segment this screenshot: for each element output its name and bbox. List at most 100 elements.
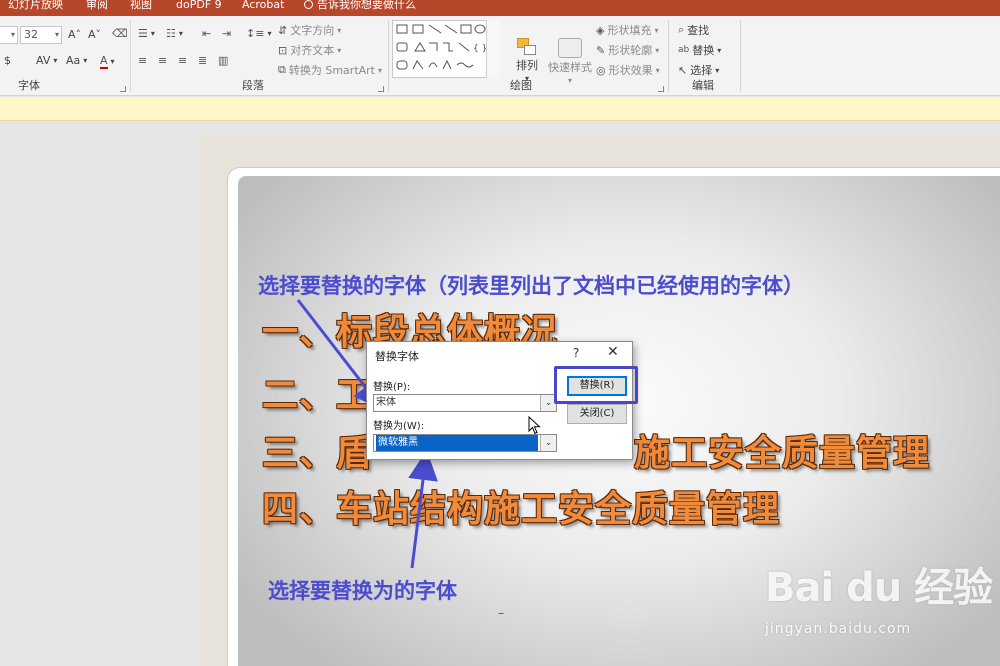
quick-styles-button[interactable]: 快速样式 ▾ <box>548 38 592 85</box>
clear-format-button[interactable]: ⌫ <box>112 27 128 40</box>
watermark-url: jingyan.baidu.com <box>765 621 912 637</box>
paragraph-dialog-launcher[interactable] <box>378 86 384 92</box>
replace-font-value: 宋体 <box>376 397 396 408</box>
shape-effects-button[interactable]: ◎ 形状效果 ▾ <box>596 62 660 78</box>
increase-indent-button[interactable]: ⇥ <box>222 27 231 40</box>
font-size-combo[interactable]: 32 ▾ <box>20 26 62 44</box>
eraser-icon: ⌫ <box>112 27 128 40</box>
shape-effects-label: 形状效果 <box>608 64 653 77</box>
text-direction-button[interactable]: ⇵ 文字方向 ▾ <box>278 22 341 38</box>
convert-smartart-button[interactable]: ⧉ 转换为 SmartArt ▾ <box>278 62 382 78</box>
bullets-button[interactable]: ☰ ▾ <box>138 27 155 40</box>
paragraph-group: ☰ ▾ ☷ ▾ ⇤ ⇥ ↕≡ ▾ ≡ ≡ ≡ ≣ ▥ ⇵ 文字方向 ▾ ⊡ 对齐文本 ▾ ⧉ 转… <box>130 16 388 96</box>
convert-smartart-label: 转换为 SmartArt <box>288 64 375 77</box>
mouse-pointer-icon <box>528 416 541 435</box>
tab-dopdf[interactable]: doPDF 9 <box>176 0 222 10</box>
arrange-button[interactable]: 排列 ▾ <box>516 38 538 83</box>
line-spacing-icon: ↕≡ <box>246 27 265 40</box>
line-spacing-button[interactable]: ↕≡ ▾ <box>246 27 271 40</box>
editing-group: ⌕ 查找 ab 替换 ▾ ↖ 选择 ▾ 编辑 <box>668 16 740 96</box>
find-button[interactable]: ⌕ 查找 <box>678 22 709 38</box>
align-text-icon: ⊡ <box>278 43 288 57</box>
select-button[interactable]: ↖ 选择 ▾ <box>678 62 719 78</box>
select-label: 选择 <box>690 64 713 77</box>
paint-bucket-icon: ◈ <box>596 23 605 37</box>
change-case-button[interactable]: Aa ▾ <box>66 54 87 67</box>
shrink-font-button[interactable]: A˅ <box>88 28 101 41</box>
text-direction-icon: ⇵ <box>278 23 288 37</box>
grow-font-icon: A˄ <box>68 28 82 41</box>
bullets-icon: ☰ <box>138 27 148 40</box>
tell-me-box[interactable]: 告诉我你想要做什么 <box>304 0 416 10</box>
align-right-icon: ≡ <box>178 54 188 67</box>
drawing-dialog-launcher[interactable] <box>658 86 664 92</box>
replace-label: 替换 <box>692 44 715 57</box>
chevron-down-icon[interactable]: ⌄ <box>540 435 556 451</box>
tab-view[interactable]: 视图 <box>130 0 152 10</box>
slide-page-dash: – <box>498 606 504 620</box>
effects-icon: ◎ <box>596 63 606 77</box>
annotation-bottom: 选择要替换为的字体 <box>268 579 457 603</box>
character-spacing-button[interactable]: AV ▾ <box>36 54 57 67</box>
align-center-icon: ≡ <box>158 54 168 67</box>
text-shadow-button[interactable]: $ <box>4 54 11 67</box>
font-color-icon: A <box>100 54 108 69</box>
numbering-icon: ☷ <box>166 27 176 40</box>
tab-acrobat[interactable]: Acrobat <box>242 0 284 10</box>
align-right-button[interactable]: ≡ <box>178 54 187 67</box>
font-group-label: 字体 <box>18 79 40 92</box>
slide-line-3-tail[interactable]: 施工安全质量管理 <box>634 424 930 476</box>
align-text-button[interactable]: ⊡ 对齐文本 ▾ <box>278 42 341 58</box>
gallery-scrollbar[interactable] <box>486 20 500 78</box>
watermark-brand: Bai du 经验 <box>765 565 993 611</box>
align-left-button[interactable]: ≡ <box>138 54 147 67</box>
text-direction-label: 文字方向 <box>290 24 335 37</box>
ribbon-tab-bar: 幻灯片放映 审阅 视图 doPDF 9 Acrobat 告诉我你想要做什么 <box>0 0 1000 16</box>
font-group: ▾ 32 ▾ A˄ A˅ ⌫ $ AV ▾ Aa ▾ A ▾ 字体 <box>0 16 130 96</box>
tab-review[interactable]: 审阅 <box>86 0 108 10</box>
lightbulb-icon <box>304 0 313 9</box>
group-separator <box>740 20 741 92</box>
message-bar <box>0 97 1000 121</box>
justify-icon: ≣ <box>198 54 208 67</box>
shape-outline-button[interactable]: ✎ 形状轮廓 ▾ <box>596 42 659 58</box>
slide-line-2[interactable]: 二、工 <box>262 366 373 418</box>
replace-with-label: 替换为(W): <box>373 421 425 432</box>
shapes-gallery[interactable]: { } <box>392 20 500 78</box>
search-icon: ⌕ <box>678 23 685 36</box>
align-center-button[interactable]: ≡ <box>158 54 167 67</box>
increase-indent-icon: ⇥ <box>222 27 232 40</box>
font-dialog-launcher[interactable] <box>120 86 126 92</box>
font-size-value: 32 <box>24 28 38 41</box>
slide-line-4[interactable]: 四、车站结构施工安全质量管理 <box>262 480 780 532</box>
replace-font-combo[interactable]: 宋体 ⌄ <box>373 394 557 412</box>
close-icon[interactable]: ✕ <box>607 344 619 360</box>
columns-button[interactable]: ▥ <box>218 54 228 67</box>
decrease-indent-button[interactable]: ⇤ <box>202 27 211 40</box>
annotation-top: 选择要替换的字体（列表里列出了文档中已经使用的字体） <box>258 274 804 298</box>
columns-icon: ▥ <box>218 54 229 67</box>
shape-fill-button[interactable]: ◈ 形状填充 ▾ <box>596 22 658 38</box>
replace-with-font-combo[interactable]: 微软雅黑 ⌄ <box>373 434 557 452</box>
arrange-label: 排列 <box>516 59 538 72</box>
quick-styles-icon <box>558 38 582 58</box>
numbering-button[interactable]: ☷ ▾ <box>166 27 183 40</box>
justify-button[interactable]: ≣ <box>198 54 207 67</box>
arrange-icon <box>517 38 537 56</box>
replace-label: 替换(P): <box>373 382 411 393</box>
smartart-icon: ⧉ <box>278 63 286 76</box>
pointer-icon: ↖ <box>678 63 688 77</box>
replace-button[interactable]: ab 替换 ▾ <box>678 42 721 58</box>
grow-font-button[interactable]: A˄ <box>68 28 81 41</box>
font-color-button[interactable]: A ▾ <box>100 54 115 69</box>
help-icon[interactable]: ? <box>573 346 579 360</box>
editing-group-label: 编辑 <box>692 79 714 92</box>
replace-button-highlight <box>554 366 638 404</box>
tab-slideshow[interactable]: 幻灯片放映 <box>8 0 63 10</box>
font-name-combo[interactable]: ▾ <box>0 26 18 44</box>
align-text-label: 对齐文本 <box>290 44 335 57</box>
quick-styles-label: 快速样式 <box>548 61 592 74</box>
slide-line-3[interactable]: 三、盾 <box>262 424 373 476</box>
text-shadow-icon: $ <box>4 54 11 67</box>
close-dialog-button[interactable]: 关闭(C) <box>567 404 627 424</box>
